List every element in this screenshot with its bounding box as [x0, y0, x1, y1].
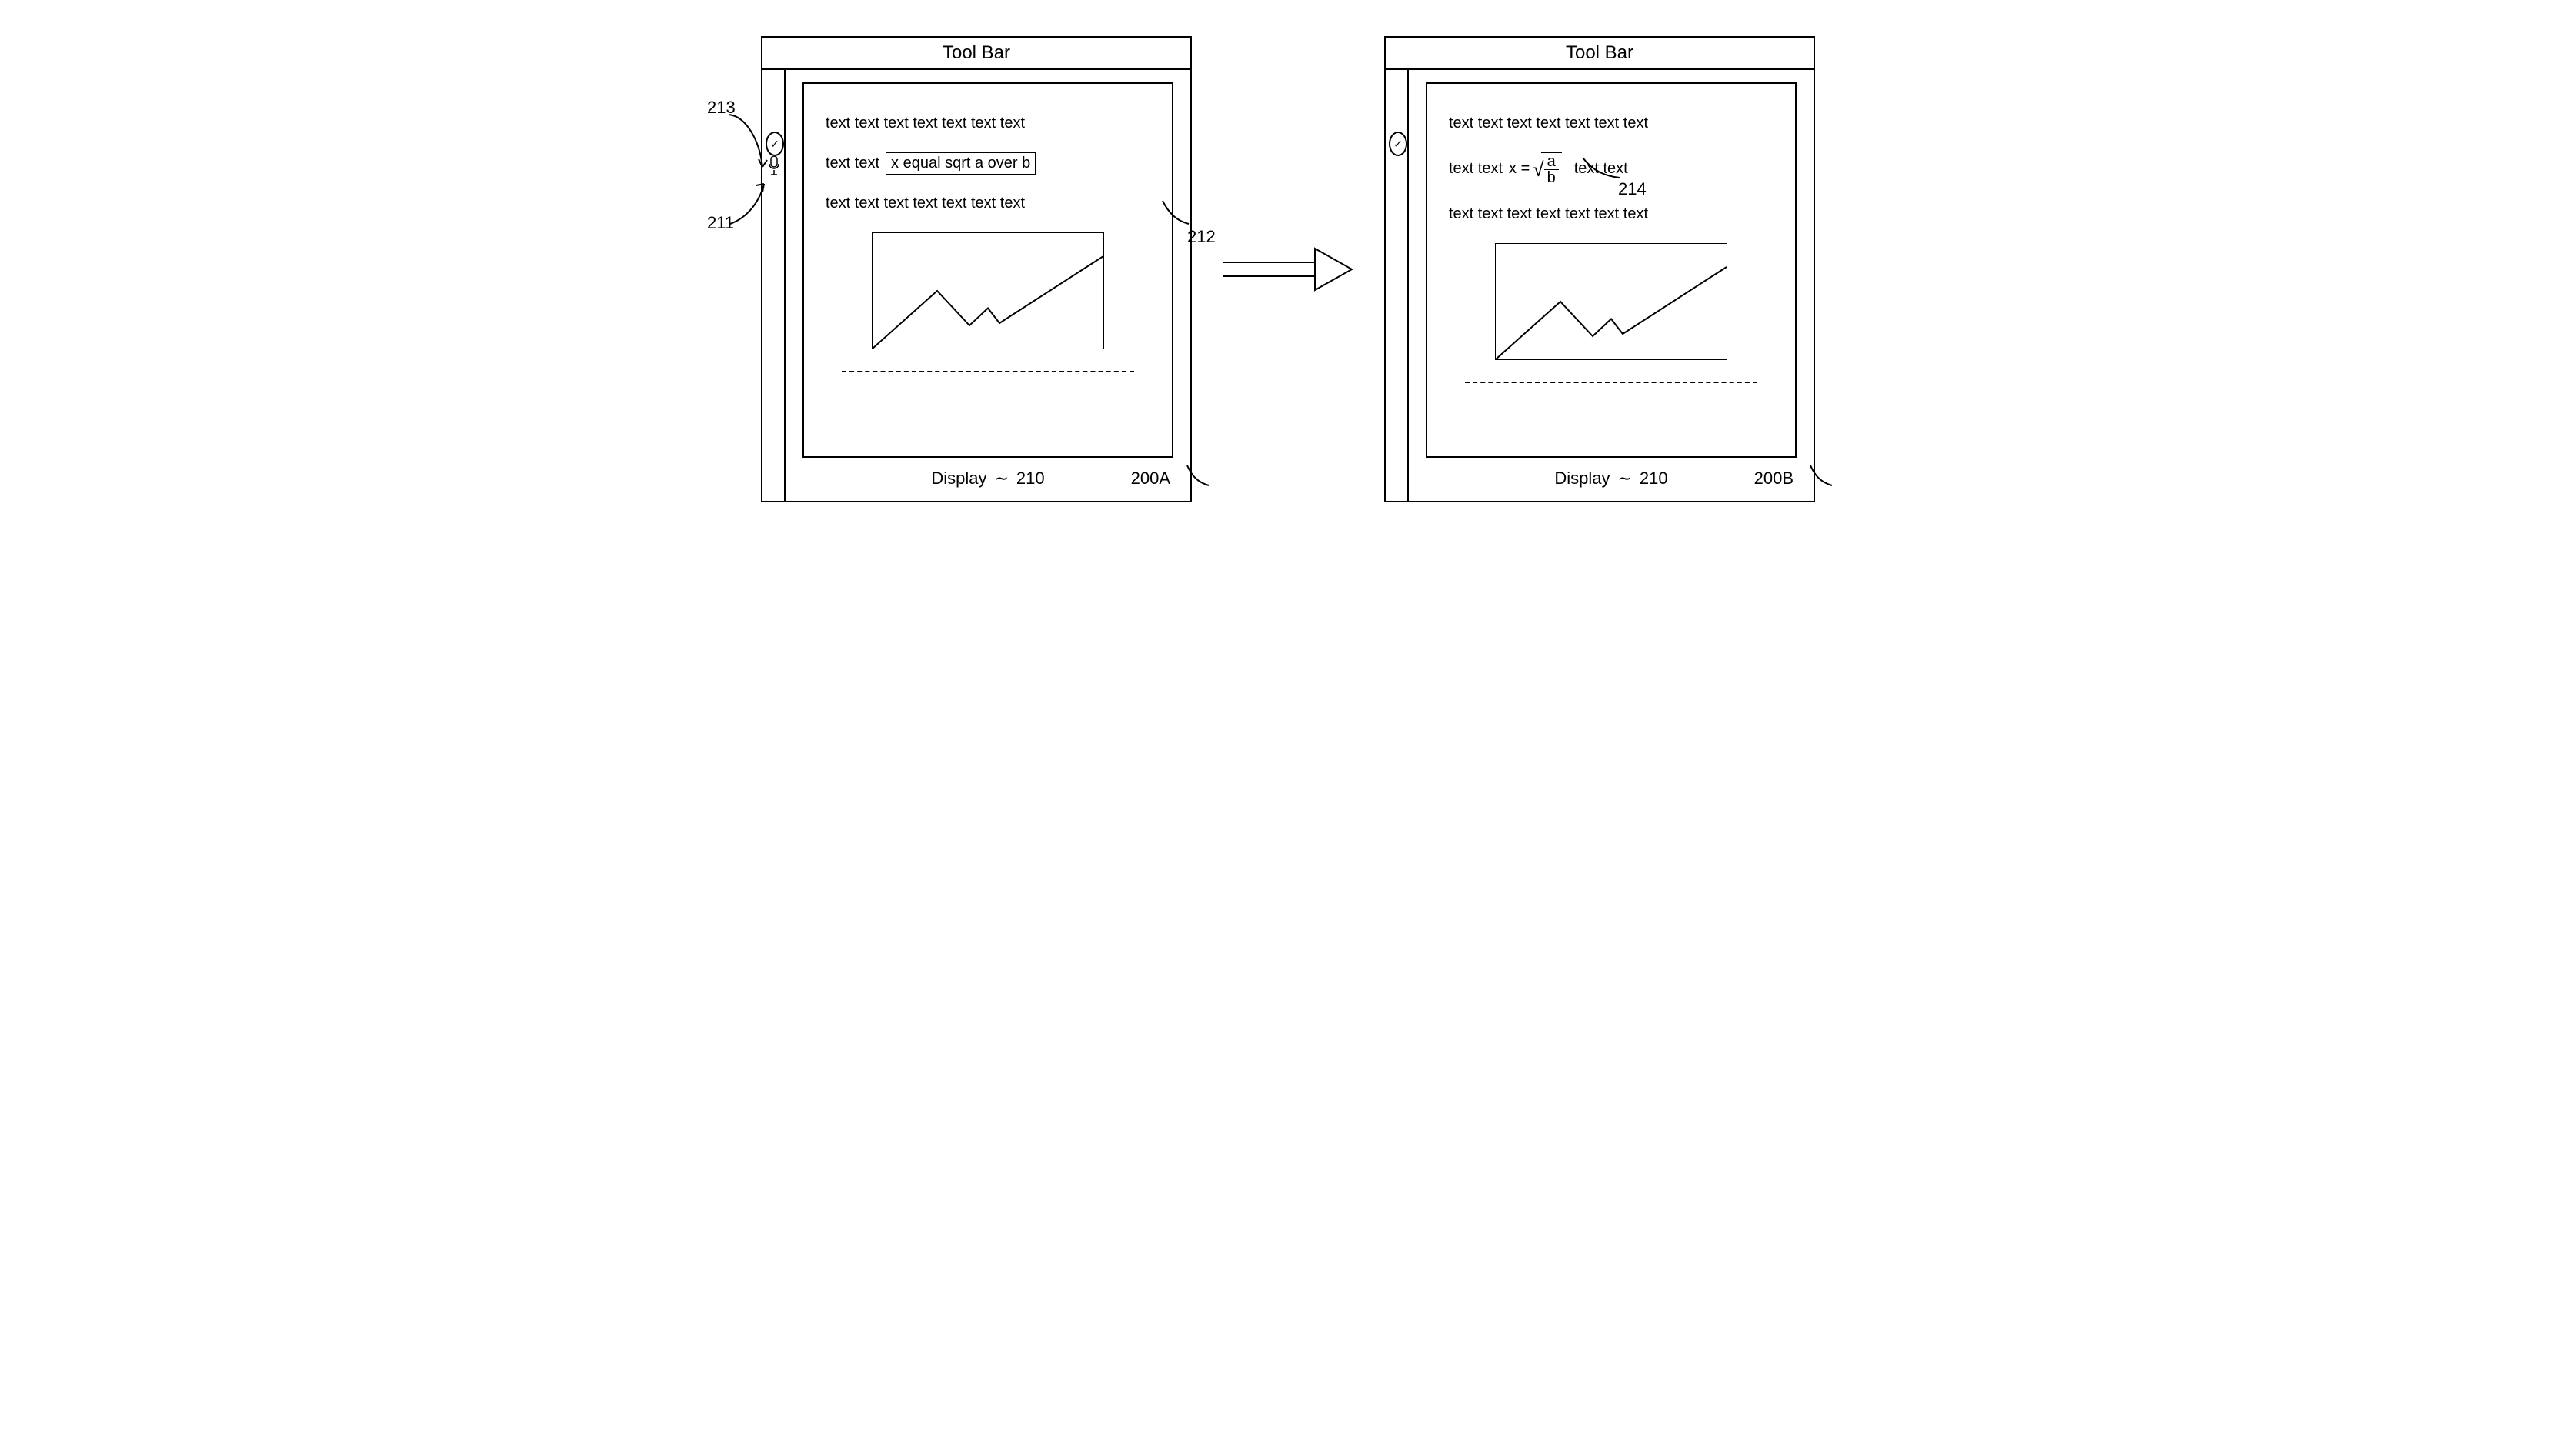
- line2-prefix: text text: [826, 155, 879, 172]
- arrow-right-icon: [1223, 242, 1353, 296]
- page-left: text text text text text text text text …: [802, 82, 1173, 458]
- figure-root: 213 211 Tool Bar ✓: [23, 23, 2553, 515]
- chart-line-icon: [1496, 244, 1727, 359]
- text-line-1: text text text text text text text: [1449, 115, 1774, 132]
- chart-right: [1495, 243, 1727, 360]
- speech-input-box[interactable]: x equal sqrt a over b: [886, 152, 1036, 175]
- ref-213-label: 213: [707, 98, 736, 117]
- transition-arrow: [1223, 23, 1353, 515]
- tilde-icon: ∼: [994, 469, 1008, 489]
- footer-right: Display ∼ 210 200B: [1426, 458, 1797, 502]
- check-icon[interactable]: ✓: [766, 132, 784, 156]
- panel-body-left: ✓ text text text text text text text tex…: [762, 70, 1190, 501]
- ref-212-label: 212: [1187, 227, 1216, 247]
- panel-id-left: 200A: [1131, 469, 1170, 489]
- panel-body-right: ✓ text text text text text text text tex…: [1386, 70, 1814, 501]
- display-label: Display: [1554, 469, 1610, 489]
- display-ref: 210: [1016, 469, 1045, 489]
- text-line-3: text text text text text text text: [826, 195, 1150, 212]
- tilde-icon: ∼: [1617, 469, 1631, 489]
- footer-left: Display ∼ 210 200A: [802, 458, 1173, 502]
- check-icon[interactable]: ✓: [1389, 132, 1407, 156]
- panel-left: Tool Bar ✓ text text text text text text…: [761, 36, 1192, 502]
- toolbar-right[interactable]: Tool Bar: [1386, 38, 1814, 70]
- text-line-3: text text text text text text text: [1449, 205, 1774, 223]
- fraction-denominator: b: [1544, 170, 1559, 185]
- ref-211-label: 211: [707, 213, 734, 232]
- toolbar-label: Tool Bar: [1566, 42, 1633, 63]
- display-ref: 210: [1640, 469, 1668, 489]
- toolbar-left[interactable]: Tool Bar: [762, 38, 1190, 70]
- fraction-numerator: a: [1544, 154, 1559, 170]
- ref-211: 211: [707, 213, 734, 233]
- equation-lhs: x =: [1509, 160, 1530, 178]
- text-line-2: text text x equal sqrt a over b: [826, 152, 1150, 175]
- panel-id-right: 200B: [1754, 469, 1794, 489]
- sidebar-left: ✓: [762, 70, 786, 501]
- line2-suffix: text text: [1574, 160, 1628, 178]
- page-right: text text text text text text text text …: [1426, 82, 1797, 458]
- divider-dashed: [842, 371, 1134, 372]
- text-line-2: text text x = √ a b: [1449, 152, 1774, 185]
- sqrt-icon: √ a b: [1533, 152, 1561, 185]
- microphone-icon[interactable]: [769, 156, 781, 178]
- chart-line-icon: [873, 233, 1103, 349]
- equation: x = √ a b: [1509, 152, 1562, 185]
- chart-left: [872, 232, 1104, 349]
- panel-right-wrap: Tool Bar ✓ text text text text text text…: [1384, 36, 1815, 502]
- line2-prefix: text text: [1449, 160, 1503, 178]
- main-right: text text text text text text text text …: [1409, 70, 1814, 501]
- panel-left-wrap: 213 211 Tool Bar ✓: [761, 36, 1192, 502]
- text-line-1: text text text text text text text: [826, 115, 1150, 132]
- main-left: text text text text text text text text …: [786, 70, 1190, 501]
- panel-right: Tool Bar ✓ text text text text text text…: [1384, 36, 1815, 502]
- divider-dashed: [1465, 382, 1757, 383]
- ref-213: 213: [707, 98, 736, 118]
- fraction: a b: [1544, 154, 1559, 185]
- sidebar-right: ✓: [1386, 70, 1409, 501]
- toolbar-label: Tool Bar: [943, 42, 1010, 63]
- display-label: Display: [931, 469, 986, 489]
